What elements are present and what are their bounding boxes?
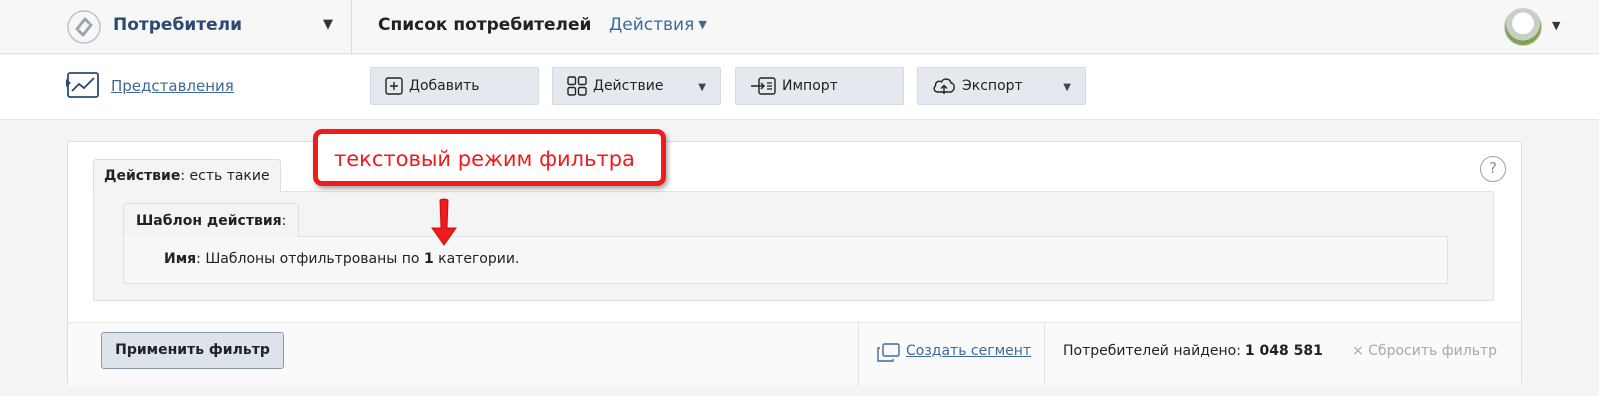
- filter-footer: Применить фильтр Создать сегмент Потреби…: [68, 322, 1521, 385]
- found-label: Потребителей найдено:: [1063, 343, 1241, 359]
- outer-tab-rest: : есть такие: [180, 168, 270, 184]
- name-text-after: категории.: [433, 251, 520, 267]
- divider: [351, 0, 352, 54]
- actions-menu-label[interactable]: Действия: [609, 15, 694, 35]
- apply-filter-button[interactable]: Применить фильтр: [101, 332, 284, 369]
- plus-box-icon: [385, 77, 403, 95]
- add-button-label[interactable]: Добавить: [409, 78, 479, 94]
- cloud-upload-icon: [933, 78, 955, 94]
- annotation-callout: текстовый режим фильтра: [313, 129, 666, 186]
- filter-condition-box[interactable]: Имя: Шаблоны отфильтрованы по 1 категори…: [93, 191, 1494, 301]
- inner-tab-rest: :: [281, 213, 287, 229]
- chevron-down-icon[interactable]: ▼: [698, 18, 706, 31]
- divider: [858, 323, 859, 385]
- chevron-down-icon[interactable]: ▼: [698, 82, 706, 93]
- found-count: 1 048 581: [1244, 343, 1323, 359]
- name-label: Имя: [164, 251, 197, 267]
- actions-menu[interactable]: Действия ▼: [609, 15, 707, 35]
- top-bar: Потребители ▼ Список потребителей Действ…: [0, 0, 1599, 54]
- filter-panel: ? Имя: Шаблоны отфильтрованы по 1 катего…: [67, 141, 1522, 385]
- views-link[interactable]: Представления: [111, 77, 234, 95]
- import-button-label[interactable]: Импорт: [782, 78, 838, 94]
- chevron-down-icon[interactable]: ▼: [1063, 82, 1071, 93]
- name-count: 1: [423, 251, 434, 267]
- page-title: Список потребителей: [378, 15, 592, 35]
- import-icon: [751, 77, 776, 95]
- found-count-text: Потребителей найдено: 1 048 581: [1063, 343, 1323, 359]
- export-button[interactable]: Экспорт ▼: [917, 67, 1086, 105]
- create-segment-icon[interactable]: [876, 343, 900, 363]
- inner-tab-title: Шаблон действия: [136, 213, 282, 229]
- user-avatar[interactable]: [1504, 8, 1542, 46]
- template-condition-box[interactable]: Имя: Шаблоны отфильтрованы по 1 категори…: [123, 236, 1448, 284]
- name-text-before: : Шаблоны отфильтрованы по: [196, 251, 424, 267]
- app-logo-icon[interactable]: [66, 9, 102, 45]
- user-menu-caret-icon[interactable]: ▼: [1552, 19, 1560, 32]
- outer-tab-title: Действие: [104, 168, 181, 184]
- action-button-label[interactable]: Действие: [593, 78, 663, 94]
- filter-condition-tab[interactable]: Действие: есть такие: [93, 159, 281, 192]
- export-button-label[interactable]: Экспорт: [962, 78, 1023, 94]
- section-selector[interactable]: Потребители: [113, 15, 242, 35]
- import-button[interactable]: Импорт: [735, 67, 904, 105]
- help-icon[interactable]: ?: [1480, 156, 1506, 182]
- grid-icon: [567, 76, 587, 96]
- toolbar: Представления Добавить Действие ▼ Импорт…: [0, 55, 1599, 120]
- views-icon[interactable]: [66, 69, 100, 101]
- filter-name-line: Имя: Шаблоны отфильтрованы по 1 категори…: [164, 251, 519, 267]
- add-button[interactable]: Добавить: [370, 67, 539, 105]
- create-segment-link[interactable]: Создать сегмент: [906, 343, 1031, 359]
- action-button[interactable]: Действие ▼: [552, 67, 721, 105]
- section-dropdown-caret-icon[interactable]: ▼: [323, 17, 333, 32]
- divider: [1044, 323, 1045, 385]
- reset-filter-link[interactable]: × Сбросить фильтр: [1352, 343, 1497, 359]
- annotation-arrow-icon: [431, 198, 457, 246]
- template-condition-tab[interactable]: Шаблон действия:: [123, 203, 300, 237]
